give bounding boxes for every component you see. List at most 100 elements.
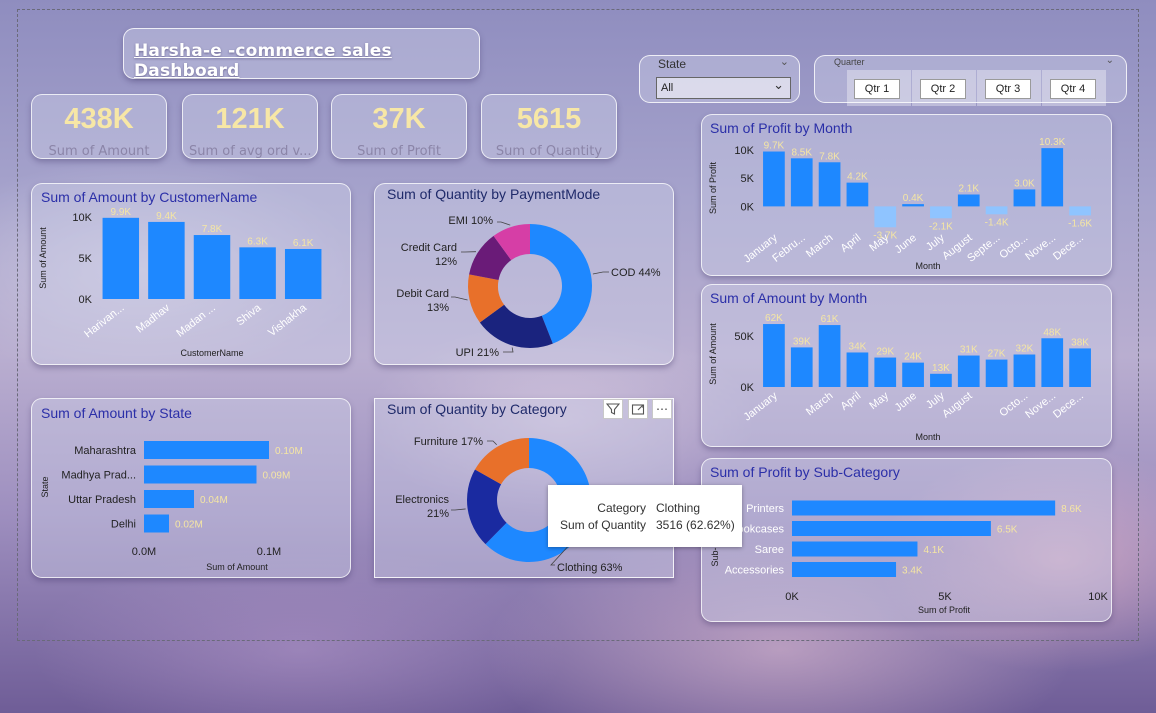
data-label: 61K <box>821 314 839 325</box>
data-label: 0.4K <box>903 193 924 204</box>
leader-line <box>451 296 468 301</box>
chart-tooltip: Category Clothing Sum of Quantity 3516 (… <box>548 485 742 547</box>
quarter-button-q3[interactable]: Qtr 3 <box>985 79 1031 99</box>
leader-line <box>487 440 497 446</box>
slice-label: Electronics <box>395 494 449 506</box>
data-label: 32K <box>1016 344 1034 355</box>
tooltip-quantity-value: 3516 (62.62%) <box>656 518 735 532</box>
data-label: 3.0K <box>1014 178 1035 189</box>
data-label: 9.7K <box>764 141 785 152</box>
x-tick-label: Nove... <box>1023 232 1058 263</box>
bar <box>144 441 269 459</box>
state-dropdown[interactable]: All ⌄ <box>656 77 791 99</box>
data-label: 38K <box>1071 337 1089 348</box>
chevron-down-icon: ⌄ <box>773 78 784 93</box>
x-tick-label: April <box>839 390 864 413</box>
slice-label: EMI 10% <box>448 215 493 227</box>
data-label: 31K <box>960 345 978 356</box>
filter-icon[interactable] <box>603 399 623 419</box>
tooltip-quantity-key: Sum of Quantity <box>559 518 646 532</box>
y-tick-label: Madhya Prad... <box>61 470 136 482</box>
x-axis-title: Month <box>915 432 940 442</box>
kpi-label: Sum of Quantity <box>495 144 603 159</box>
y-tick-label: Delhi <box>111 519 136 531</box>
x-tick-label: Vishakha <box>266 301 310 339</box>
y-tick-label: 5K <box>79 253 93 265</box>
x-axis-title: CustomerName <box>180 348 243 358</box>
kpi-value: 121K <box>215 103 285 135</box>
data-label: 48K <box>1043 327 1061 338</box>
focus-mode-icon[interactable] <box>628 399 648 419</box>
data-label: 7.8K <box>819 151 840 162</box>
x-tick-label: Harivan... <box>82 302 126 340</box>
bar <box>102 217 140 299</box>
y-tick-label: Uttar Pradesh <box>68 494 136 506</box>
x-tick-label: April <box>839 232 864 255</box>
data-label: 8.5K <box>791 147 812 158</box>
y-tick-label: Accessories <box>725 565 785 577</box>
bar <box>284 248 322 299</box>
x-tick-label: 0K <box>785 591 799 603</box>
quantity-by-paymentmode-panel[interactable]: Sum of Quantity by PaymentMode COD 44% UP… <box>374 183 674 365</box>
kpi-card-quantity[interactable]: 5615 Sum of Quantity <box>481 94 617 159</box>
leader-line <box>503 347 514 353</box>
amount-by-customer-chart: 0K 5K 10K 9.9K Harivan... 9.4K Madhav 7.8K Madan… <box>38 207 322 358</box>
data-label: 0.02M <box>175 520 203 531</box>
chevron-down-icon[interactable]: ⌄ <box>1106 55 1114 66</box>
leader-line <box>497 221 511 226</box>
x-axis-title: Month <box>915 261 940 271</box>
quarter-button-q2[interactable]: Qtr 2 <box>920 79 966 99</box>
profit-by-month-chart: 0K5K10K 9.7KJanuary8.5KFebru...7.8KMarch4… <box>708 137 1092 271</box>
kpi-value: 438K <box>64 103 134 135</box>
data-label: 0.04M <box>200 495 228 506</box>
bar <box>144 465 257 484</box>
bar <box>792 541 918 557</box>
x-tick-label: Madhav <box>134 302 173 336</box>
bar <box>902 362 924 387</box>
bar <box>144 490 194 508</box>
amount-by-customer-panel[interactable]: Sum of Amount by CustomerName 0K 5K 10K 9.9… <box>31 183 351 365</box>
x-axis-title: Sum of Amount <box>206 562 268 572</box>
quarter-slicer-title: Quarter <box>834 57 865 67</box>
bar <box>846 182 869 207</box>
bar <box>763 151 785 207</box>
bar <box>874 206 897 228</box>
kpi-card-amount[interactable]: 438K Sum of Amount <box>31 94 167 159</box>
bar <box>1013 189 1036 207</box>
x-tick-label: August <box>940 390 974 421</box>
data-label: 8.6K <box>1061 504 1082 515</box>
bar <box>763 324 785 387</box>
slice-label: Credit Card <box>401 242 457 254</box>
bar <box>902 204 924 207</box>
slice-label: 12% <box>435 256 457 268</box>
y-tick-label: Maharashtra <box>74 445 137 457</box>
amount-by-month-panel[interactable]: Sum of Amount by Month 0K 50K 62K January 39… <box>701 284 1112 447</box>
quarter-slicer: Quarter ⌄ Qtr 1 Qtr 2 Qtr 3 Qtr 4 <box>814 55 1127 106</box>
chevron-down-icon[interactable]: ⌄ <box>780 55 789 68</box>
kpi-card-profit[interactable]: 37K Sum of Profit <box>331 94 467 159</box>
y-tick-label: 5K <box>741 173 755 185</box>
slice-label: COD 44% <box>611 267 661 279</box>
data-label: -1.6K <box>1068 218 1092 229</box>
data-label: 6.5K <box>997 525 1018 536</box>
profit-by-month-panel[interactable]: Sum of Profit by Month 0K 5K 10K 9.7K Januar… <box>701 114 1112 276</box>
slice-label: Debit Card <box>396 288 449 300</box>
profit-by-subcategory-panel[interactable]: Sum of Profit by Sub-Category 8.6K Printe… <box>701 458 1112 622</box>
leader-line <box>451 508 466 511</box>
bar <box>957 194 980 207</box>
data-label: 39K <box>793 336 811 347</box>
leader-line <box>592 271 609 275</box>
x-tick-label: 0.1M <box>257 546 281 558</box>
y-tick-label: 0K <box>79 294 93 306</box>
quarter-button-q1[interactable]: Qtr 1 <box>854 79 900 99</box>
bar <box>1069 348 1091 387</box>
amount-by-state-panel[interactable]: Sum of Amount by State 0.10M Maharashtra 0… <box>31 398 351 578</box>
x-tick-label: Dece... <box>1051 390 1086 421</box>
more-options-icon[interactable]: ⋯ <box>652 399 672 419</box>
state-slicer-title: State <box>658 57 687 71</box>
kpi-card-avg-order-value[interactable]: 121K Sum of avg ord v... <box>182 94 318 159</box>
bar <box>790 158 813 207</box>
slice-label: Clothing 63% <box>557 562 623 574</box>
quarter-button-q4[interactable]: Qtr 4 <box>1050 79 1096 99</box>
kpi-value: 37K <box>372 103 426 135</box>
